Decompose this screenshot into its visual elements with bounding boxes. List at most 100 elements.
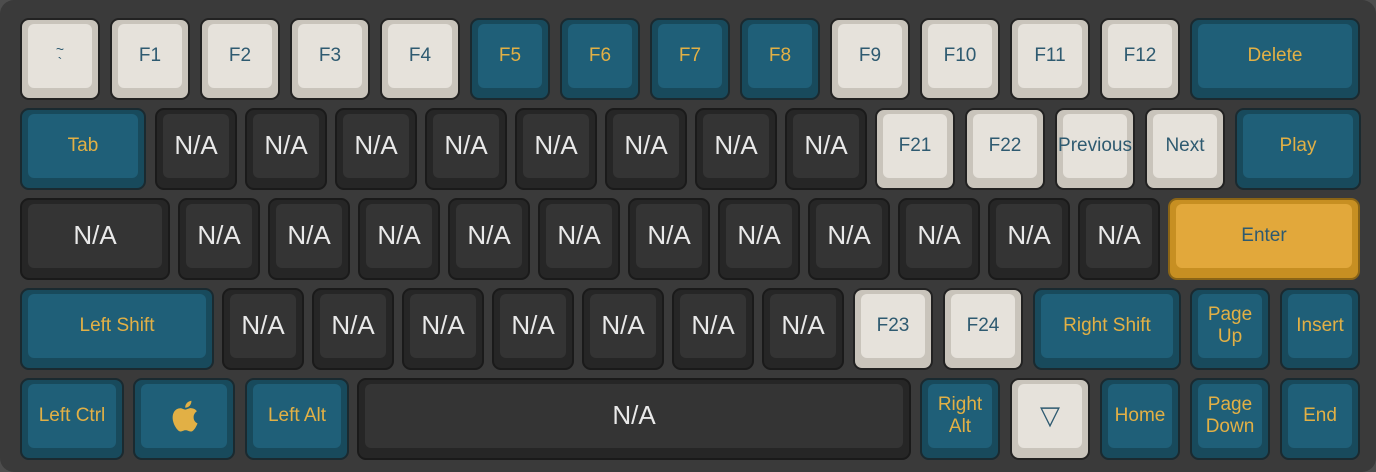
f8-key[interactable]: F8 bbox=[740, 18, 820, 100]
f23-key[interactable]: F23 bbox=[853, 288, 933, 370]
unassigned-key[interactable]: N/A bbox=[448, 198, 530, 280]
unassigned-key[interactable]: N/A bbox=[808, 198, 890, 280]
key-legend: N/A bbox=[467, 220, 511, 251]
key-legend: N/A bbox=[421, 310, 465, 341]
keycap: N/A bbox=[680, 294, 746, 358]
apple-logo-key[interactable] bbox=[133, 378, 235, 460]
keycap: N/A bbox=[410, 294, 476, 358]
unassigned-key[interactable]: N/A bbox=[155, 108, 237, 190]
triangle-down-icon: ▽ bbox=[1040, 400, 1060, 431]
keycap: F3 bbox=[298, 24, 362, 88]
previous-key[interactable]: Previous bbox=[1055, 108, 1135, 190]
page-up-key[interactable]: Page Up bbox=[1190, 288, 1270, 370]
f5-key[interactable]: F5 bbox=[470, 18, 550, 100]
unassigned-key[interactable]: N/A bbox=[988, 198, 1070, 280]
keycap: Right Alt bbox=[928, 384, 992, 448]
insert-key[interactable]: Insert bbox=[1280, 288, 1360, 370]
unassigned-key[interactable]: N/A bbox=[718, 198, 800, 280]
unassigned-key[interactable]: N/A bbox=[695, 108, 777, 190]
end-key[interactable]: End bbox=[1280, 378, 1360, 460]
unassigned-key[interactable]: N/A bbox=[178, 198, 260, 280]
unassigned-key[interactable]: N/A bbox=[20, 198, 170, 280]
f9-key[interactable]: F9 bbox=[830, 18, 910, 100]
f2-key[interactable]: F2 bbox=[200, 18, 280, 100]
f22-key[interactable]: F22 bbox=[965, 108, 1045, 190]
f6-key[interactable]: F6 bbox=[560, 18, 640, 100]
apple-logo-icon bbox=[172, 400, 198, 432]
key-legend: F10 bbox=[943, 45, 977, 67]
unassigned-key[interactable]: N/A bbox=[628, 198, 710, 280]
unassigned-key[interactable]: N/A bbox=[492, 288, 574, 370]
left-alt-key[interactable]: Left Alt bbox=[245, 378, 349, 460]
unassigned-key[interactable]: N/A bbox=[358, 198, 440, 280]
unassigned-key[interactable]: N/A bbox=[357, 378, 911, 460]
unassigned-key[interactable]: N/A bbox=[538, 198, 620, 280]
key-legend: F11 bbox=[1034, 45, 1066, 67]
left-shift-key[interactable]: Left Shift bbox=[20, 288, 214, 370]
unassigned-key[interactable]: N/A bbox=[268, 198, 350, 280]
key-legend: Left Alt bbox=[267, 405, 327, 427]
unassigned-key[interactable]: N/A bbox=[672, 288, 754, 370]
unassigned-key[interactable]: N/A bbox=[402, 288, 484, 370]
triangle-down-key[interactable]: ▽ bbox=[1010, 378, 1090, 460]
f12-key[interactable]: F12 bbox=[1100, 18, 1180, 100]
key-legend: F3 bbox=[318, 45, 342, 67]
key-legend: N/A bbox=[612, 400, 656, 431]
keycap: N/A bbox=[28, 204, 162, 268]
unassigned-key[interactable]: N/A bbox=[785, 108, 867, 190]
delete-key[interactable]: Delete bbox=[1190, 18, 1360, 100]
f21-key[interactable]: F21 bbox=[875, 108, 955, 190]
unassigned-key[interactable]: N/A bbox=[515, 108, 597, 190]
tilde-key[interactable]: ~ ` bbox=[20, 18, 100, 100]
keycap: N/A bbox=[186, 204, 252, 268]
unassigned-key[interactable]: N/A bbox=[335, 108, 417, 190]
key-legend: N/A bbox=[647, 220, 691, 251]
keycap: End bbox=[1288, 384, 1352, 448]
keycap: F5 bbox=[478, 24, 542, 88]
keycap: N/A bbox=[793, 114, 859, 178]
key-legend: Delete bbox=[1247, 45, 1303, 67]
unassigned-key[interactable]: N/A bbox=[425, 108, 507, 190]
key-legend: F22 bbox=[988, 135, 1022, 157]
unassigned-key[interactable]: N/A bbox=[762, 288, 844, 370]
keycap: Enter bbox=[1176, 204, 1352, 268]
key-legend: N/A bbox=[287, 220, 331, 251]
keycap: Left Ctrl bbox=[28, 384, 116, 448]
keycap: N/A bbox=[500, 294, 566, 358]
key-legend: N/A bbox=[714, 130, 758, 161]
f4-key[interactable]: F4 bbox=[380, 18, 460, 100]
right-alt-key[interactable]: Right Alt bbox=[920, 378, 1000, 460]
unassigned-key[interactable]: N/A bbox=[605, 108, 687, 190]
unassigned-key[interactable]: N/A bbox=[312, 288, 394, 370]
unassigned-key[interactable]: N/A bbox=[1078, 198, 1160, 280]
page-down-key[interactable]: Page Down bbox=[1190, 378, 1270, 460]
home-key[interactable]: Home bbox=[1100, 378, 1180, 460]
f10-key[interactable]: F10 bbox=[920, 18, 1000, 100]
enter-key[interactable]: Enter bbox=[1168, 198, 1360, 280]
next-key[interactable]: Next bbox=[1145, 108, 1225, 190]
right-shift-key[interactable]: Right Shift bbox=[1033, 288, 1181, 370]
key-legend: F2 bbox=[228, 45, 252, 67]
f1-key[interactable]: F1 bbox=[110, 18, 190, 100]
keycap: N/A bbox=[456, 204, 522, 268]
key-legend: N/A bbox=[73, 220, 117, 251]
f7-key[interactable]: F7 bbox=[650, 18, 730, 100]
keycap: N/A bbox=[320, 294, 386, 358]
f3-key[interactable]: F3 bbox=[290, 18, 370, 100]
play-key[interactable]: Play bbox=[1235, 108, 1361, 190]
keycap: N/A bbox=[703, 114, 769, 178]
key-legend: N/A bbox=[827, 220, 871, 251]
unassigned-key[interactable]: N/A bbox=[898, 198, 980, 280]
tab-key[interactable]: Tab bbox=[20, 108, 146, 190]
left-ctrl-key[interactable]: Left Ctrl bbox=[20, 378, 124, 460]
f24-key[interactable]: F24 bbox=[943, 288, 1023, 370]
unassigned-key[interactable]: N/A bbox=[582, 288, 664, 370]
f11-key[interactable]: F11 bbox=[1010, 18, 1090, 100]
unassigned-key[interactable]: N/A bbox=[245, 108, 327, 190]
keycap: F8 bbox=[748, 24, 812, 88]
unassigned-key[interactable]: N/A bbox=[222, 288, 304, 370]
key-legend: Enter bbox=[1241, 225, 1287, 247]
key-legend: Page Down bbox=[1205, 394, 1255, 437]
keycap: Right Shift bbox=[1041, 294, 1173, 358]
keyboard: ~ ` F1 F2 F3 F4 F5 F6 F7 F8 F9 F10 F11 F12 Delete Tab N… bbox=[0, 0, 1376, 472]
